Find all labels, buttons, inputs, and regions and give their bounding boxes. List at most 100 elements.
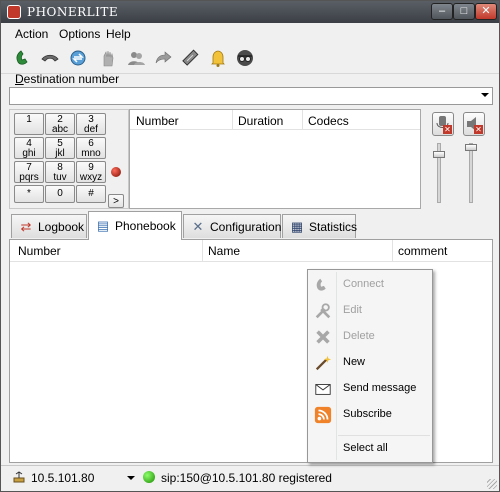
magic-wand-icon	[314, 354, 332, 372]
app-window: PHONERLITE – □ ✕ Action Options Help Des…	[0, 0, 500, 492]
tab-label: Phonebook	[115, 219, 176, 233]
menu-separator	[338, 435, 430, 436]
local-ip-text: 10.5.101.80	[31, 471, 95, 485]
title-bar[interactable]: PHONERLITE – □ ✕	[1, 1, 499, 23]
key-9[interactable]: 9 wxyz	[76, 161, 106, 183]
status-bar: 10.5.101.80 sip:150@10.5.101.80 register…	[1, 465, 499, 491]
phone-icon[interactable]	[13, 48, 35, 70]
status-led-icon	[111, 167, 121, 177]
key-0[interactable]: 0	[45, 185, 75, 203]
key-6[interactable]: 6 mno	[76, 137, 106, 159]
tab-label: Configuration	[210, 220, 282, 234]
key-2[interactable]: 2 abc	[45, 113, 75, 135]
local-ip-combobox[interactable]: 10.5.101.80	[9, 469, 137, 487]
destination-label-accesskey: D	[15, 72, 24, 86]
registration-status-icon	[143, 471, 155, 483]
forward-icon[interactable]	[152, 48, 174, 70]
hangup-icon[interactable]	[39, 48, 61, 70]
active-calls-table[interactable]: Number Duration Codecs	[129, 109, 421, 209]
app-logo-icon[interactable]	[7, 5, 21, 19]
rss-icon	[314, 406, 332, 424]
chevron-down-icon[interactable]	[127, 476, 135, 480]
menu-action[interactable]: Action	[15, 27, 48, 41]
conference-icon[interactable]	[125, 48, 147, 70]
menu-item-subscribe[interactable]: Subscribe	[310, 403, 430, 427]
chevron-down-icon[interactable]	[481, 93, 489, 97]
phone-icon	[314, 276, 332, 294]
tab-phonebook[interactable]: ▤ Phonebook	[88, 211, 182, 240]
table-header: Number Duration Codecs	[130, 110, 420, 130]
incognito-icon[interactable]	[234, 48, 256, 70]
key-7[interactable]: 7 pqrs	[14, 161, 44, 183]
key-main: 1	[26, 114, 32, 125]
minimize-button[interactable]: –	[431, 3, 453, 20]
menu-item-label: Delete	[343, 330, 375, 342]
menu-item-edit[interactable]: Edit	[310, 299, 430, 323]
phonebook-icon: ▤	[96, 218, 110, 233]
hold-icon[interactable]	[97, 48, 119, 70]
menu-item-select-all[interactable]: Select all	[310, 437, 430, 461]
menu-item-label: Subscribe	[343, 408, 392, 420]
more-keys-button[interactable]: >	[108, 194, 124, 208]
mute-mark-icon: ✕	[443, 125, 452, 134]
column-comment[interactable]: comment	[398, 244, 447, 258]
menu-help[interactable]: Help	[106, 27, 131, 41]
menu-item-label: Send message	[343, 382, 417, 394]
column-codecs[interactable]: Codecs	[308, 114, 349, 128]
menu-item-connect[interactable]: Connect	[310, 273, 430, 297]
close-button[interactable]: ✕	[475, 3, 497, 20]
key-4[interactable]: 4 ghi	[14, 137, 44, 159]
key-3[interactable]: 3 def	[76, 113, 106, 135]
menu-item-send-message[interactable]: Send message	[310, 377, 430, 401]
key-sub: ghi	[22, 148, 36, 159]
transfer-icon[interactable]	[67, 48, 89, 70]
column-number[interactable]: Number	[136, 114, 179, 128]
resize-grip-icon[interactable]	[487, 479, 497, 489]
toolbar	[1, 44, 499, 74]
microphone-mute-button[interactable]: ✕	[432, 112, 454, 136]
menu-item-new[interactable]: New	[310, 351, 430, 375]
menu-item-label: Edit	[343, 304, 362, 316]
menu-item-label: New	[343, 356, 366, 368]
destination-number-combobox[interactable]	[9, 87, 493, 105]
tab-label: Statistics	[309, 220, 358, 234]
key-main: #	[88, 188, 94, 199]
column-name[interactable]: Name	[208, 244, 240, 258]
key-sub: def	[84, 124, 98, 135]
speaker-volume-slider[interactable]	[469, 143, 473, 203]
column-duration[interactable]: Duration	[238, 114, 283, 128]
column-divider[interactable]	[392, 240, 393, 262]
destination-label-text: estination number	[23, 72, 120, 86]
mute-mark-icon: ✕	[474, 125, 483, 134]
key-hash[interactable]: #	[76, 185, 106, 203]
key-main: 0	[57, 188, 63, 199]
column-divider[interactable]	[202, 240, 203, 262]
key-main: *	[27, 188, 31, 199]
tab-logbook[interactable]: ⇄ Logbook	[11, 214, 87, 238]
menu-item-delete[interactable]: Delete	[310, 325, 430, 349]
tab-label: Logbook	[38, 220, 85, 234]
key-5[interactable]: 5 jkl	[45, 137, 75, 159]
microphone-volume-thumb[interactable]	[433, 151, 445, 158]
key-sub: mno	[81, 148, 101, 159]
menu-options[interactable]: Options	[59, 27, 100, 41]
key-star[interactable]: *	[14, 185, 44, 203]
tab-statistics[interactable]: ▦ Statistics	[282, 214, 358, 238]
configuration-icon: ✕	[192, 219, 204, 234]
speaker-volume-thumb[interactable]	[465, 144, 477, 151]
key-8[interactable]: 8 tuv	[45, 161, 75, 183]
key-sub: jkl	[55, 148, 65, 159]
context-menu: Connect Edit Delete New Send message Sub…	[307, 269, 433, 463]
column-divider[interactable]	[302, 110, 303, 130]
column-number[interactable]: Number	[18, 244, 61, 258]
column-divider[interactable]	[232, 110, 233, 130]
tab-configuration[interactable]: ✕ Configuration	[183, 214, 281, 238]
delete-icon	[314, 328, 332, 346]
maximize-button[interactable]: □	[453, 3, 475, 20]
network-icon	[11, 470, 27, 486]
speaker-mute-button[interactable]: ✕	[463, 112, 485, 136]
pen-icon[interactable]	[179, 48, 201, 70]
key-1[interactable]: 1	[14, 113, 44, 135]
bell-icon[interactable]	[207, 48, 229, 70]
registration-status-text: sip:150@10.5.101.80 registered	[161, 471, 332, 485]
